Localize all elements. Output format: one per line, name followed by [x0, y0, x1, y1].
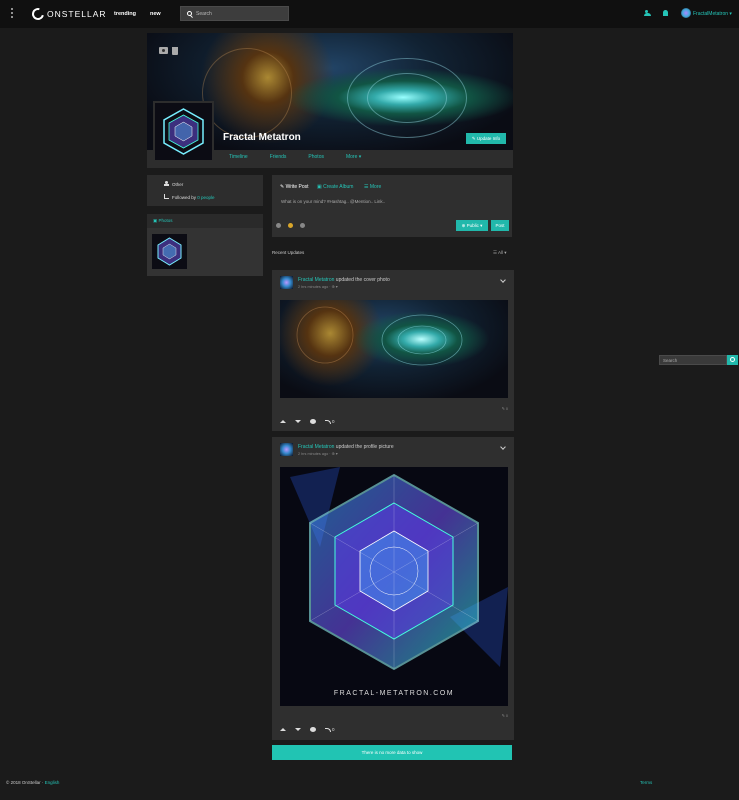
- tab-timeline[interactable]: Timeline: [229, 154, 248, 160]
- tab-more[interactable]: More ▾: [346, 154, 361, 160]
- footer-terms-link[interactable]: Terms: [640, 780, 652, 785]
- post-title: Fractal Metatron updated the profile pic…: [298, 444, 394, 450]
- about-other: Other: [172, 182, 184, 187]
- author-avatar[interactable]: [280, 443, 293, 456]
- comment-count: ✎ 0: [501, 407, 508, 411]
- downvote-icon[interactable]: [295, 728, 301, 731]
- menu-icon[interactable]: [9, 8, 15, 20]
- gear-icon[interactable]: [727, 355, 738, 365]
- post-actions: 0: [280, 727, 335, 732]
- upvote-icon[interactable]: [280, 420, 286, 423]
- recent-updates-label: Recent Updates: [272, 250, 305, 255]
- user-icon: [164, 181, 169, 186]
- post-actions: 0: [280, 419, 335, 424]
- profile-header: Fractal Metatron ✎ Update Info Timeline …: [147, 33, 513, 168]
- post-image[interactable]: FRACTAL-METATRON.COM: [280, 467, 508, 706]
- tab-write-post[interactable]: ✎ Write Post: [280, 184, 309, 190]
- post-input[interactable]: What is on your mind? #Hashtag.. @Mentio…: [281, 199, 385, 204]
- post-image[interactable]: [280, 300, 508, 398]
- author-link[interactable]: Fractal Metatron: [298, 277, 334, 283]
- feed-card: Fractal Metatron updated the cover photo…: [272, 270, 514, 431]
- post-composer: ✎ Write Post ▣ Create Album ☰ More What …: [272, 175, 512, 237]
- privacy-button[interactable]: ⊕ Public ▾: [456, 220, 488, 231]
- search-input[interactable]: [196, 10, 284, 18]
- trash-icon[interactable]: [172, 47, 178, 55]
- bell-icon[interactable]: [663, 10, 668, 16]
- share-icon: [325, 419, 331, 424]
- comment-count: ✎ 0: [501, 714, 508, 718]
- about-followed: Followed by 0 people: [172, 195, 215, 200]
- sidebar-search-input[interactable]: [660, 356, 726, 364]
- comment-icon[interactable]: [310, 727, 316, 732]
- rss-icon: [164, 194, 169, 199]
- chevron-down-icon[interactable]: [500, 277, 506, 283]
- logo-text: ONSTELLAR: [47, 9, 107, 19]
- tab-more-options[interactable]: ☰ More: [364, 184, 381, 190]
- followed-count[interactable]: 0 people: [197, 195, 214, 200]
- tab-photos[interactable]: Photos: [308, 154, 324, 160]
- share-button[interactable]: 0: [325, 727, 335, 732]
- downvote-icon[interactable]: [295, 420, 301, 423]
- post-title: Fractal Metatron updated the cover photo: [298, 277, 390, 283]
- search-box: [180, 6, 289, 21]
- share-button[interactable]: 0: [325, 419, 335, 424]
- image-caption: FRACTAL-METATRON.COM: [333, 690, 455, 697]
- feed-card: Fractal Metatron updated the profile pic…: [272, 437, 514, 740]
- footer-copyright: © 2018 OnStellar · English: [6, 780, 60, 785]
- about-box: Other Followed by 0 people: [147, 175, 263, 206]
- no-more-data-banner: There is no more data to show: [272, 745, 512, 760]
- tab-friends[interactable]: Friends: [270, 154, 287, 160]
- comment-icon[interactable]: [310, 419, 316, 424]
- profile-picture[interactable]: [153, 101, 214, 162]
- tab-create-album[interactable]: ▣ Create Album: [317, 184, 353, 190]
- post-time: 2 hrs minutes ago · ⊕ ▾: [298, 285, 338, 289]
- author-avatar[interactable]: [280, 276, 293, 289]
- location-icon[interactable]: [300, 223, 305, 228]
- nav-link-trending[interactable]: trending: [114, 11, 136, 17]
- post-button[interactable]: Post: [491, 220, 509, 231]
- logo-icon: [29, 5, 47, 23]
- profile-name: Fractal Metatron: [223, 132, 301, 143]
- top-nav: ONSTELLAR trending new FractalMetatron ▾: [0, 0, 739, 28]
- update-info-button[interactable]: ✎ Update Info: [466, 133, 506, 144]
- share-icon: [325, 727, 331, 732]
- author-link[interactable]: Fractal Metatron: [298, 444, 334, 450]
- chevron-down-icon[interactable]: [500, 444, 506, 450]
- post-time: 2 hrs minutes ago · ⊕ ▾: [298, 452, 338, 456]
- camera-tool-icon[interactable]: [276, 223, 281, 228]
- photos-widget: ▣ Photos: [147, 214, 263, 276]
- upvote-icon[interactable]: [280, 728, 286, 731]
- logo[interactable]: ONSTELLAR: [29, 5, 107, 23]
- nav-link-new[interactable]: new: [150, 11, 161, 17]
- photos-heading[interactable]: ▣ Photos: [153, 218, 173, 224]
- photo-thumbnail[interactable]: [152, 234, 187, 269]
- emoji-icon[interactable]: [288, 223, 293, 228]
- language-link[interactable]: English: [45, 780, 60, 785]
- user-avatar[interactable]: [681, 8, 691, 18]
- sidebar-search: [659, 355, 727, 365]
- feed-filter[interactable]: ☰ All ▾: [493, 250, 507, 256]
- camera-icon[interactable]: [159, 47, 168, 54]
- user-menu[interactable]: FractalMetatron ▾: [693, 11, 732, 17]
- friends-icon[interactable]: [644, 10, 651, 16]
- search-icon: [187, 11, 192, 16]
- profile-tabs: Timeline Friends Photos More ▾: [217, 154, 383, 160]
